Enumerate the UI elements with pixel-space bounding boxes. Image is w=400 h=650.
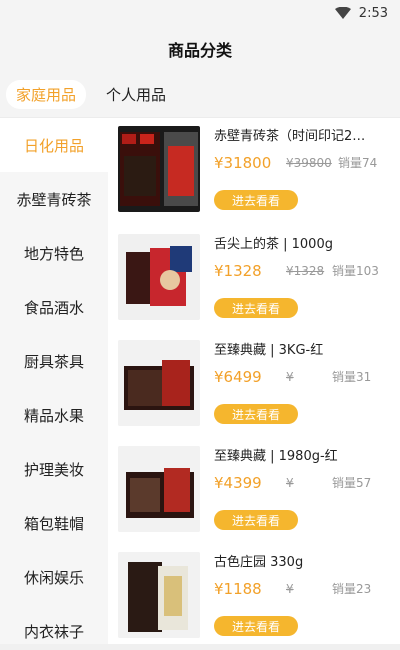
product-list: 赤壁青砖茶（时间印记2… ¥31800 ¥39800 销量74 进去看看 舌尖上… bbox=[108, 118, 400, 650]
product-title[interactable]: 古色庄园 330g bbox=[214, 554, 390, 572]
status-bar: 2:53 bbox=[0, 0, 400, 26]
sidebar-item-food-drinks[interactable]: 食品酒水 bbox=[0, 280, 108, 334]
product-price: ¥1188 bbox=[214, 580, 262, 598]
product-price: ¥4399 bbox=[214, 474, 262, 492]
enter-button[interactable]: 进去看看 bbox=[214, 298, 298, 318]
sidebar-item-local-specialties[interactable]: 地方特色 bbox=[0, 226, 108, 280]
status-time: 2:53 bbox=[358, 5, 388, 21]
bottom-divider bbox=[0, 644, 400, 650]
product-card[interactable]: 至臻典藏 | 1980g-红 ¥4399 ¥ 销量57 进去看看 bbox=[108, 438, 400, 542]
product-old-price: ¥1328 bbox=[286, 264, 325, 278]
enter-button[interactable]: 进去看看 bbox=[214, 404, 298, 424]
sidebar-item-leisure[interactable]: 休闲娱乐 bbox=[0, 550, 108, 604]
product-image[interactable] bbox=[118, 126, 200, 212]
product-card[interactable]: 赤壁青砖茶（时间印记2… ¥31800 ¥39800 销量74 进去看看 bbox=[108, 118, 400, 222]
product-title[interactable]: 至臻典藏 | 3KG-红 bbox=[214, 342, 390, 360]
product-card[interactable]: 古色庄园 330g ¥1188 ¥ 销量23 进去看看 bbox=[108, 544, 400, 648]
product-sales: 销量103 bbox=[332, 264, 379, 278]
product-price: ¥1328 bbox=[214, 262, 262, 280]
enter-button[interactable]: 进去看看 bbox=[214, 510, 298, 530]
category-tabs: 家庭用品 个人用品 bbox=[0, 72, 400, 118]
product-sales: 销量23 bbox=[332, 582, 372, 596]
sidebar-item-fruit[interactable]: 精品水果 bbox=[0, 388, 108, 442]
product-price: ¥31800 bbox=[214, 154, 272, 172]
sidebar-item-daily-chemicals[interactable]: 日化用品 bbox=[0, 118, 108, 172]
page-title: 商品分类 bbox=[0, 26, 400, 72]
product-image[interactable] bbox=[118, 446, 200, 532]
sidebar-item-bags-shoes[interactable]: 箱包鞋帽 bbox=[0, 496, 108, 550]
product-title[interactable]: 至臻典藏 | 1980g-红 bbox=[214, 448, 390, 466]
product-old-price: ¥ bbox=[286, 582, 294, 596]
sidebar-item-beauty[interactable]: 护理美妆 bbox=[0, 442, 108, 496]
product-sales: 销量57 bbox=[332, 476, 372, 490]
product-image[interactable] bbox=[118, 340, 200, 426]
tab-personal-goods[interactable]: 个人用品 bbox=[96, 80, 176, 109]
product-image[interactable] bbox=[118, 552, 200, 638]
sidebar-item-brick-tea[interactable]: 赤壁青砖茶 bbox=[0, 172, 108, 226]
product-sales: 销量31 bbox=[332, 370, 372, 384]
product-image[interactable] bbox=[118, 234, 200, 320]
product-title[interactable]: 舌尖上的茶 | 1000g bbox=[214, 236, 390, 254]
product-price: ¥6499 bbox=[214, 368, 262, 386]
tab-home-goods[interactable]: 家庭用品 bbox=[6, 80, 87, 109]
product-old-price: ¥ bbox=[286, 370, 294, 384]
product-sales: 销量74 bbox=[338, 156, 378, 170]
enter-button[interactable]: 进去看看 bbox=[214, 616, 298, 636]
enter-button[interactable]: 进去看看 bbox=[214, 190, 298, 210]
product-card[interactable]: 舌尖上的茶 | 1000g ¥1328 ¥1328 销量103 进去看看 bbox=[108, 226, 400, 330]
product-title[interactable]: 赤壁青砖茶（时间印记2… bbox=[214, 128, 390, 146]
product-old-price: ¥ bbox=[286, 476, 294, 490]
wifi-icon bbox=[334, 7, 351, 19]
product-card[interactable]: 至臻典藏 | 3KG-红 ¥6499 ¥ 销量31 进去看看 bbox=[108, 332, 400, 436]
sidebar-item-kitchenware[interactable]: 厨具茶具 bbox=[0, 334, 108, 388]
product-old-price: ¥39800 bbox=[286, 156, 332, 170]
category-sidebar: 日化用品 赤壁青砖茶 地方特色 食品酒水 厨具茶具 精品水果 护理美妆 箱包鞋帽… bbox=[0, 118, 108, 650]
